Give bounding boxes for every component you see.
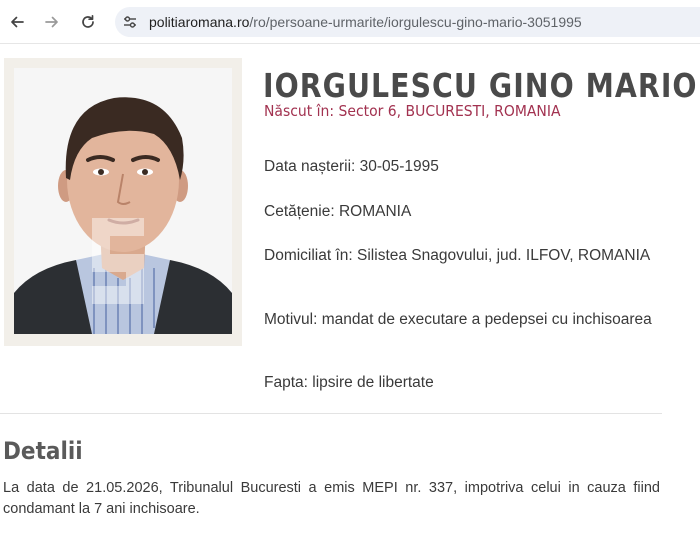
person-photo-frame	[4, 58, 242, 346]
site-info-icon[interactable]	[123, 15, 137, 29]
back-arrow-icon[interactable]	[6, 11, 28, 33]
url-path: /ro/persoane-urmarite/iorgulescu-gino-ma…	[249, 14, 582, 30]
details-heading: Detalii	[3, 437, 83, 465]
divider	[0, 413, 662, 414]
url-domain: politiaromana.ro	[149, 14, 250, 30]
person-name: IORGULESCU GINO MARIO	[263, 66, 698, 105]
details-text: La data de 21.05.2026, Tribunalul Bucure…	[3, 480, 660, 517]
person-photo	[14, 68, 232, 334]
offense: Fapta: lipsire de libertate	[264, 374, 434, 391]
birth-place: Născut în: Sector 6, BUCURESTI, ROMANIA	[264, 102, 561, 120]
birth-date: Data nașterii: 30-05-1995	[264, 158, 439, 175]
forward-arrow-icon[interactable]	[41, 11, 63, 33]
citizenship: Cetățenie: ROMANIA	[264, 203, 412, 220]
reason: Motivul: mandat de executare a pedepsei …	[264, 311, 652, 328]
browser-toolbar: politiaromana.ro/ro/persoane-urmarite/io…	[0, 0, 700, 44]
domicile: Domiciliat în: Silistea Snagovului, jud.…	[264, 247, 651, 264]
address-bar[interactable]: politiaromana.ro/ro/persoane-urmarite/io…	[115, 7, 700, 37]
reload-icon[interactable]	[77, 11, 99, 33]
url-text[interactable]: politiaromana.ro/ro/persoane-urmarite/io…	[149, 14, 582, 30]
